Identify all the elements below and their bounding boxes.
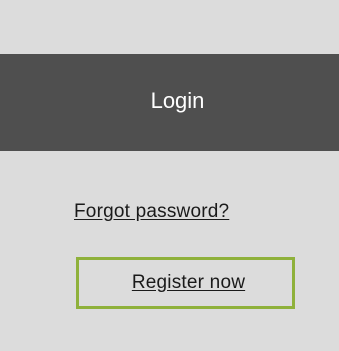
login-button-label: Login [150,87,205,113]
register-now-link[interactable]: Register now [132,272,245,294]
login-button[interactable]: Login [0,54,339,151]
forgot-password-link[interactable]: Forgot password? [74,201,229,223]
page: { "login": { "label": "Login" }, "links"… [0,0,339,351]
register-now-button[interactable]: Register now [76,257,295,309]
